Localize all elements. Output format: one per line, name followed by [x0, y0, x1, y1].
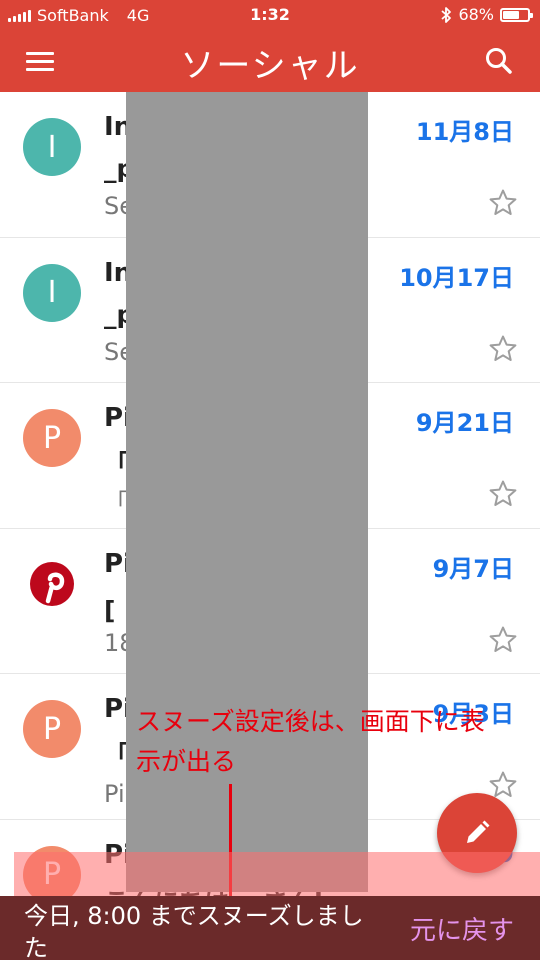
battery-fill [503, 10, 520, 19]
search-icon[interactable] [482, 44, 516, 78]
page-title: ソーシャル [180, 46, 360, 86]
battery-icon [500, 7, 533, 22]
pencil-compose-icon [467, 820, 490, 843]
star-icon[interactable] [488, 479, 518, 509]
star-icon[interactable] [488, 188, 518, 218]
email-date: 9月21日 [415, 409, 514, 437]
snackbar-message: 今日, 8:00 までスヌーズしました [24, 902, 364, 960]
sender-avatar: I [23, 263, 81, 322]
star-icon[interactable] [488, 625, 518, 655]
email-date: 9月7日 [432, 554, 514, 583]
pinterest-logo-icon [30, 561, 74, 606]
sender-avatar: I [23, 118, 81, 176]
sender-avatar: P [23, 700, 81, 758]
snackbar: 今日, 8:00 までスヌーズしました 元に戻す [0, 896, 540, 960]
email-date: 11月8日 [415, 118, 514, 146]
battery-percent: 68% [458, 5, 494, 24]
annotation-text: スヌーズ設定後は、画面下に表示が出る [136, 707, 485, 776]
app-bar: ソーシャル [0, 30, 540, 92]
sender-avatar: P [23, 409, 81, 467]
email-date: 10月17日 [399, 263, 514, 292]
bluetooth-icon [441, 6, 452, 23]
status-bar: SoftBank 4G 1:32 68% [0, 0, 540, 30]
status-right: 68% [440, 5, 533, 24]
star-icon[interactable] [488, 334, 518, 364]
undo-button[interactable]: 元に戻す [410, 910, 514, 947]
